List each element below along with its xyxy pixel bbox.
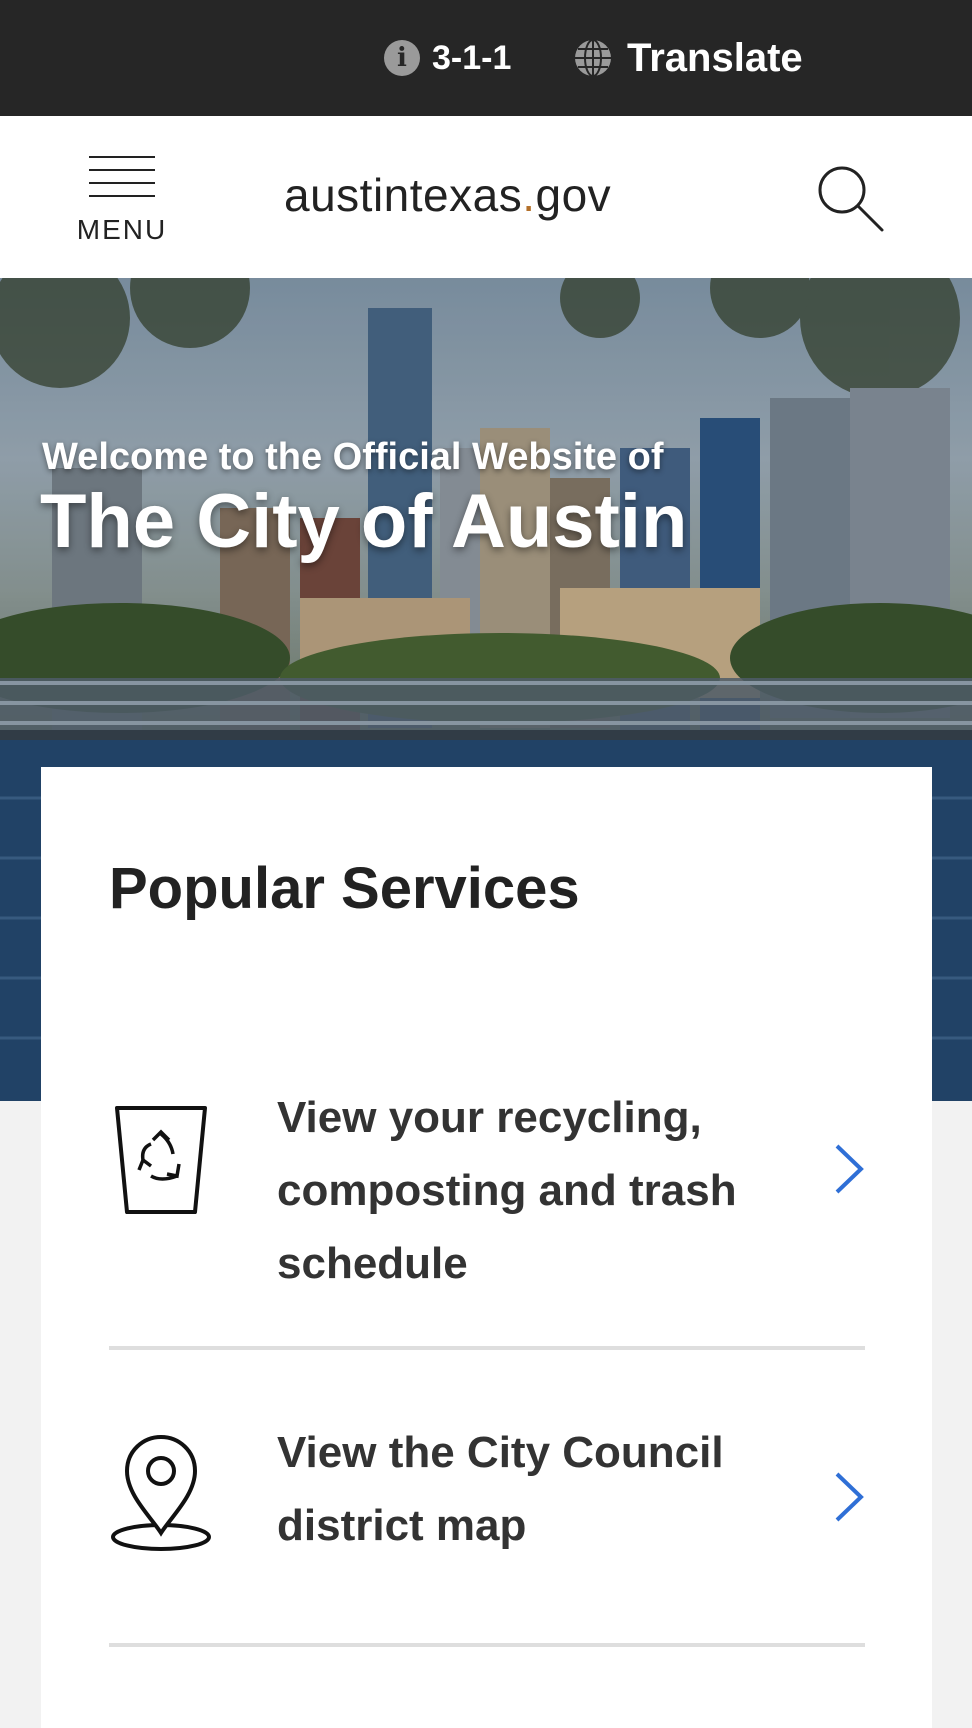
recycling-bin-icon bbox=[109, 1100, 213, 1225]
menu-button[interactable]: MENU bbox=[74, 156, 170, 252]
logo-main: austintexas bbox=[284, 169, 523, 221]
logo-dot: . bbox=[522, 169, 536, 221]
chevron-right-icon bbox=[833, 1470, 865, 1529]
hamburger-icon bbox=[89, 156, 155, 208]
hero-welcome-text: Welcome to the Official Website of bbox=[42, 436, 664, 478]
info-311-label: 3-1-1 bbox=[432, 38, 512, 77]
menu-label: MENU bbox=[76, 214, 168, 245]
info-icon: i bbox=[384, 40, 420, 76]
popular-services-card: Popular Services View your recycling, co… bbox=[41, 767, 932, 1728]
translate-label: Translate bbox=[627, 35, 803, 80]
search-icon bbox=[818, 166, 884, 232]
translate-button[interactable]: Translate bbox=[573, 0, 803, 116]
service-label-council-map: View the City Council district map bbox=[277, 1428, 724, 1550]
search-button[interactable] bbox=[814, 162, 886, 234]
popular-services-heading: Popular Services bbox=[109, 856, 580, 921]
service-label-recycling: View your recycling, composting and tras… bbox=[277, 1093, 737, 1288]
site-logo[interactable]: austintexas.gov bbox=[284, 168, 611, 222]
utility-bar: i 3-1-1 Translate bbox=[0, 0, 972, 116]
service-item-recycling-row[interactable]: View your recycling, composting and tras… bbox=[109, 1057, 865, 1350]
hero-title: The City of Austin bbox=[40, 479, 688, 564]
logo-tld: gov bbox=[535, 169, 612, 221]
service-item-council-map[interactable]: View the City Council district map bbox=[109, 1350, 865, 1647]
info-311-link[interactable]: i 3-1-1 bbox=[384, 0, 511, 116]
map-pin-icon bbox=[109, 1433, 213, 1558]
globe-icon bbox=[575, 39, 611, 77]
chevron-right-icon bbox=[833, 1142, 865, 1201]
site-header: MENU austintexas.gov bbox=[0, 116, 972, 278]
